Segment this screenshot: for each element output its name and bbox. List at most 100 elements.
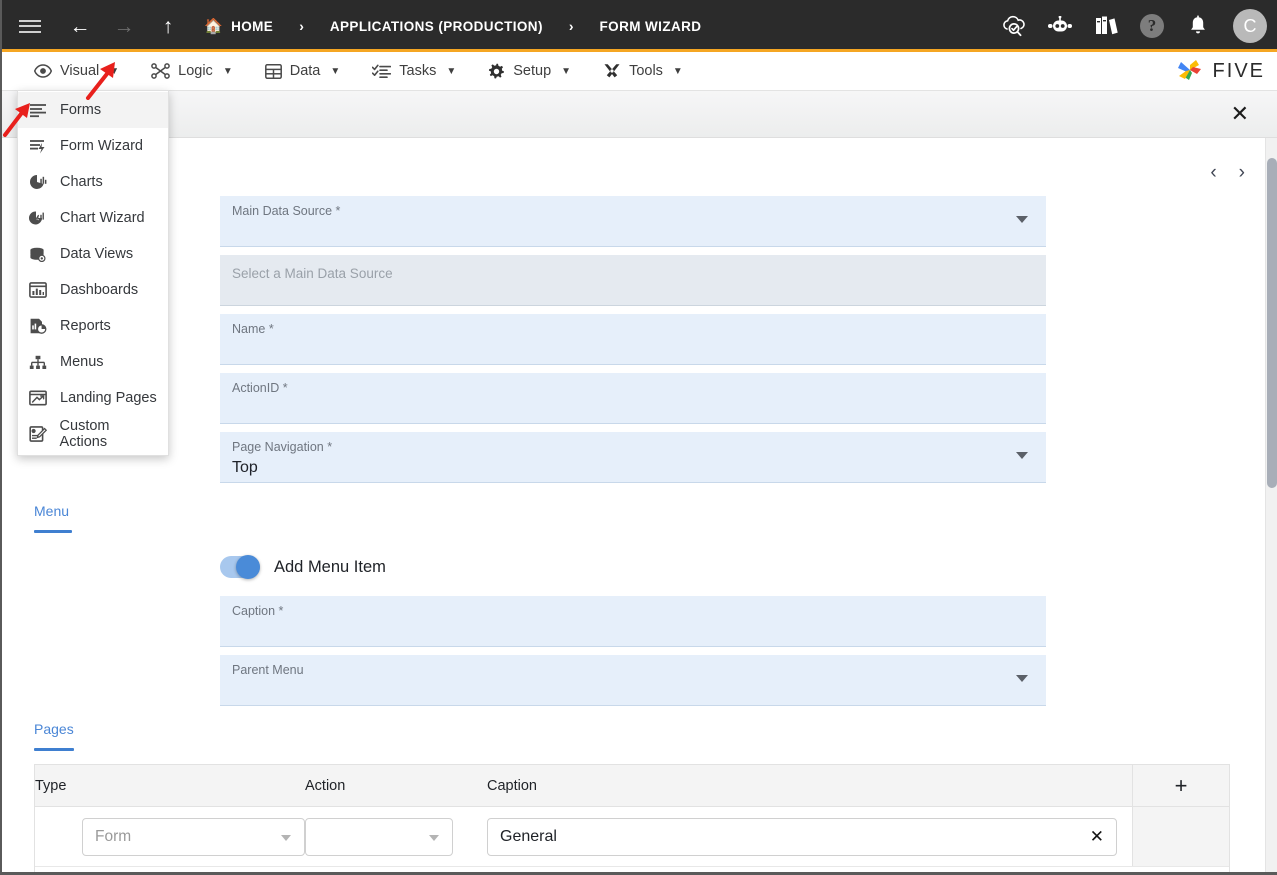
chevron-down-icon: ▼ — [330, 65, 341, 77]
previous-record-button[interactable]: ‹ — [1210, 162, 1216, 184]
next-record-button[interactable]: › — [1239, 162, 1245, 184]
dropdown-item-label: Custom Actions — [59, 418, 110, 450]
menu-item-label: Tasks — [399, 63, 437, 79]
page-type-value: Form — [95, 827, 132, 845]
breadcrumb: 🏠 HOME › APPLICATIONS (PRODUCTION) › FOR… — [200, 0, 705, 52]
dropdown-item-charts[interactable]: Charts — [18, 164, 168, 200]
chevron-down-icon[interactable] — [1016, 216, 1028, 223]
books-icon[interactable] — [1091, 11, 1121, 41]
clear-icon[interactable]: ✕ — [1090, 828, 1104, 845]
menu-item-label: Data — [289, 63, 321, 79]
dropdown-item-label: Form Wizard — [60, 138, 143, 154]
cell-type: Form — [35, 817, 305, 856]
breadcrumb-item-form-wizard[interactable]: FORM WIZARD — [596, 19, 706, 34]
help-question-mark: ? — [1140, 14, 1164, 38]
breadcrumb-label: APPLICATIONS (PRODUCTION) — [329, 18, 543, 34]
home-icon: 🏠 — [204, 18, 224, 35]
page-type-select[interactable]: Form — [82, 817, 305, 856]
dropdown-item-label: Charts — [60, 174, 103, 190]
tab-menu-underline — [34, 530, 72, 533]
menu-item-setup[interactable]: Setup ▼ — [472, 52, 587, 91]
chevron-down-icon[interactable] — [1016, 675, 1028, 682]
dropdown-item-forms[interactable]: Forms — [18, 92, 168, 128]
hamburger-icon[interactable] — [2, 0, 58, 52]
toggle-knob — [236, 555, 260, 579]
close-icon[interactable]: ✕ — [1231, 103, 1249, 125]
arrow-right-icon[interactable]: → — [102, 0, 146, 52]
breadcrumb-item-home[interactable]: 🏠 HOME — [200, 17, 277, 35]
eye-icon — [34, 64, 52, 78]
pages-table-footer — [35, 866, 1229, 872]
custom-action-icon — [28, 426, 48, 442]
dropdown-item-menus[interactable]: Menus — [18, 344, 168, 380]
sitemap-icon — [28, 355, 48, 370]
tab-pages[interactable]: Pages — [34, 721, 74, 751]
field-name[interactable]: Name * — [220, 314, 1046, 365]
top-navigation-bar: ← → ↑ 🏠 HOME › APPLICATIONS (PRODUCTION)… — [2, 0, 1277, 52]
cloud-search-icon[interactable] — [999, 11, 1029, 41]
vertical-scrollbar[interactable] — [1265, 138, 1277, 872]
chart-wizard-icon — [28, 210, 48, 226]
main-fields-group: Main Data Source * Select a Main Data So… — [220, 196, 1046, 491]
menu-item-label: Setup — [513, 63, 552, 79]
pages-table: Type Action Caption + Form General ✕ — [34, 764, 1230, 872]
form-wizard-content: ‹ › Main Data Source * Select a Main Dat… — [2, 138, 1267, 872]
robot-icon[interactable] — [1045, 11, 1075, 41]
field-parent-menu[interactable]: Parent Menu — [220, 655, 1046, 706]
tools-icon — [603, 63, 621, 80]
menu-item-logic[interactable]: Logic ▼ — [135, 52, 249, 91]
dropdown-item-dashboards[interactable]: Dashboards — [18, 272, 168, 308]
record-subheader: ✕ — [154, 91, 1277, 138]
field-label: ActionID * — [232, 381, 288, 395]
dropdown-item-data-views[interactable]: Data Views — [18, 236, 168, 272]
menu-item-data[interactable]: Data ▼ — [249, 52, 357, 91]
help-icon[interactable]: ? — [1137, 11, 1167, 41]
field-action-id[interactable]: ActionID * — [220, 373, 1046, 424]
breadcrumb-item-applications[interactable]: APPLICATIONS (PRODUCTION) — [326, 19, 547, 34]
menu-item-label: Tools — [629, 63, 663, 79]
add-page-row-button[interactable]: + — [1132, 764, 1229, 807]
field-main-data-source-hint: Select a Main Data Source — [220, 255, 1046, 306]
add-menu-item-toggle[interactable] — [220, 555, 260, 579]
topbar-actions: ? C — [999, 0, 1267, 52]
tab-pages-label: Pages — [34, 721, 74, 737]
application-menu-bar: Visual ▼ Logic ▼ Data ▼ Tasks ▼ Setup ▼ … — [2, 52, 1277, 91]
scrollbar-thumb[interactable] — [1267, 158, 1277, 488]
page-caption-input[interactable]: General ✕ — [487, 817, 1117, 856]
form-wizard-icon — [28, 139, 48, 154]
field-page-navigation[interactable]: Page Navigation * Top — [220, 432, 1046, 483]
page-caption-value: General — [500, 827, 557, 845]
menu-item-visual[interactable]: Visual ▼ — [18, 52, 135, 91]
arrow-left-icon[interactable]: ← — [58, 0, 102, 52]
page-action-select[interactable] — [305, 817, 453, 856]
field-caption[interactable]: Caption * — [220, 596, 1046, 647]
cell-caption: General ✕ — [487, 817, 1132, 856]
dropdown-item-label: Data Views — [60, 246, 134, 262]
dropdown-item-reports[interactable]: Reports — [18, 308, 168, 344]
tab-menu[interactable]: Menu — [34, 503, 72, 533]
dropdown-item-label: Dashboards — [60, 282, 139, 298]
five-pinwheel-icon — [1177, 60, 1201, 80]
chevron-down-icon: ▼ — [672, 65, 683, 77]
arrow-up-icon[interactable]: ↑ — [146, 0, 190, 52]
dropdown-item-chart-wizard[interactable]: Chart Wizard — [18, 200, 168, 236]
table-row: Form General ✕ — [35, 807, 1229, 866]
bell-icon[interactable] — [1183, 11, 1213, 41]
field-main-data-source[interactable]: Main Data Source * — [220, 196, 1046, 247]
avatar[interactable]: C — [1233, 9, 1267, 43]
menu-item-tools[interactable]: Tools ▼ — [587, 52, 699, 91]
database-view-icon — [28, 247, 48, 262]
menu-item-tasks[interactable]: Tasks ▼ — [356, 52, 472, 91]
field-placeholder: Select a Main Data Source — [232, 266, 393, 281]
chevron-down-icon[interactable] — [1016, 452, 1028, 459]
breadcrumb-label: HOME — [231, 18, 274, 34]
tab-menu-label: Menu — [34, 503, 70, 519]
menu-item-label: Visual — [60, 63, 100, 79]
dropdown-item-custom-actions[interactable]: Custom Actions — [18, 416, 168, 452]
row-end-spacer — [1132, 807, 1229, 866]
dropdown-item-label: Chart Wizard — [60, 210, 145, 226]
landing-page-icon — [28, 390, 48, 406]
dropdown-item-form-wizard[interactable]: Form Wizard — [18, 128, 168, 164]
pie-chart-icon — [28, 174, 48, 190]
dropdown-item-landing-pages[interactable]: Landing Pages — [18, 380, 168, 416]
